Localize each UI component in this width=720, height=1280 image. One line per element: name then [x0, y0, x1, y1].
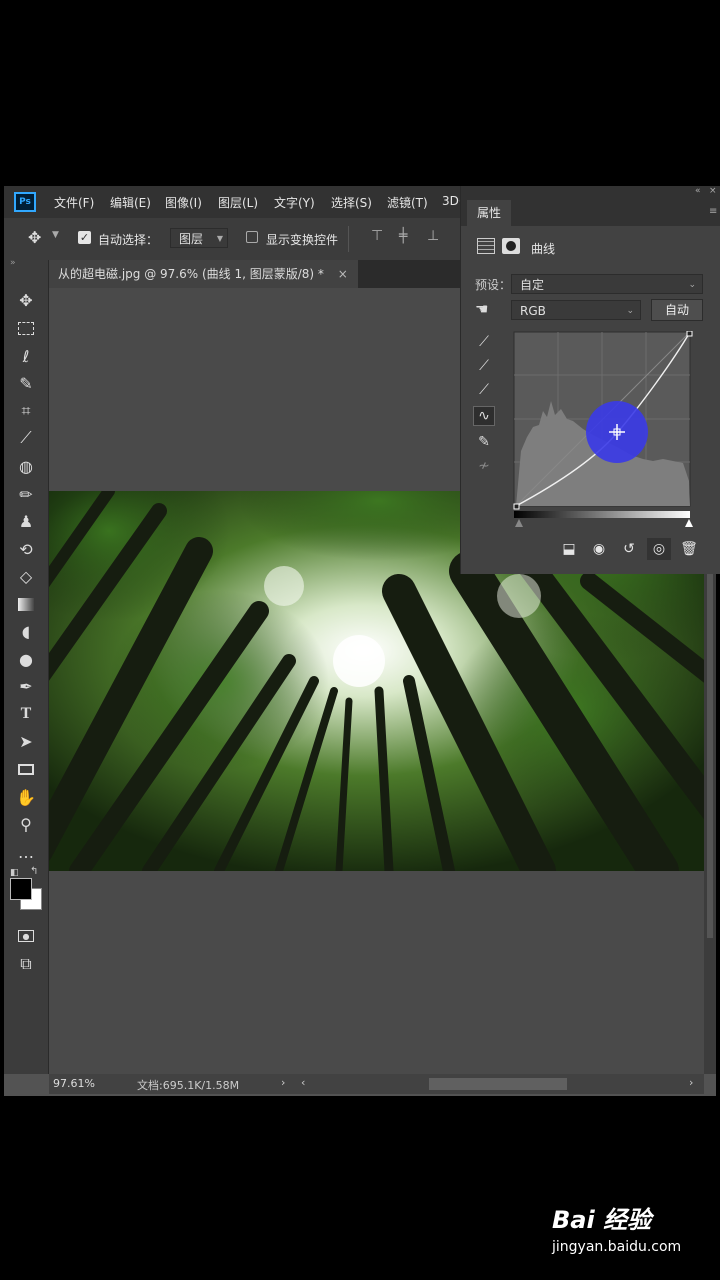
align-bottom-icon[interactable]: ⊥	[427, 228, 439, 244]
horizontal-scroll-thumb[interactable]	[429, 1078, 567, 1090]
targeted-adjustment-icon[interactable]: ☚	[475, 300, 488, 318]
quick-select-icon[interactable]: ✎	[14, 371, 38, 395]
clip-to-layer-icon[interactable]: ⬓	[557, 538, 581, 560]
eraser-icon[interactable]: ◇	[14, 564, 38, 588]
tools-panel: » ✥ ℓ ✎ ⌗ ⟋ ◍ ✏ ♟ ⟲ ◇ ◖ ● ✒ T ➤ ✋ ⚲ … ◧ …	[4, 258, 49, 1074]
auto-select-value: 图层	[179, 232, 204, 246]
dodge-icon[interactable]: ●	[14, 647, 38, 671]
move-tool-icon[interactable]: ✥	[14, 288, 38, 312]
panel-title: 曲线	[531, 242, 556, 256]
preset-value: 自定	[520, 278, 545, 292]
scroll-left-icon[interactable]: ‹	[301, 1076, 305, 1089]
close-icon[interactable]: ×	[338, 267, 348, 281]
show-transform-checkbox[interactable]	[246, 231, 258, 243]
trash-icon[interactable]: 🗑	[677, 538, 701, 560]
close-icon[interactable]: ×	[709, 186, 717, 196]
menu-type[interactable]: 文字(Y)	[274, 194, 315, 211]
visibility-eye-icon[interactable]: ◎	[647, 538, 671, 560]
menu-layer[interactable]: 图层(L)	[218, 194, 258, 211]
pencil-draw-icon[interactable]: ✎	[473, 432, 495, 452]
lasso-icon[interactable]: ℓ	[14, 344, 38, 368]
type-icon[interactable]: T	[14, 702, 38, 726]
marquee-icon[interactable]	[14, 316, 38, 340]
mask-icon[interactable]	[502, 238, 520, 254]
rectangle-icon[interactable]	[14, 757, 38, 781]
menu-select[interactable]: 选择(S)	[331, 194, 372, 211]
stamp-icon[interactable]: ♟	[14, 509, 38, 533]
status-menu-arrow-icon[interactable]: ›	[281, 1076, 285, 1089]
brush-icon[interactable]: ✏	[14, 482, 38, 506]
swap-colors-icon[interactable]: ↰	[30, 866, 38, 877]
panel-menu-icon[interactable]: ≡	[709, 206, 717, 217]
chevron-down-icon: ⌄	[688, 280, 696, 290]
auto-select-dropdown[interactable]: 图层 ▼	[170, 228, 228, 248]
healing-icon[interactable]: ◍	[14, 454, 38, 478]
scroll-right-icon[interactable]: ›	[689, 1076, 693, 1089]
collapse-icon[interactable]: »	[10, 258, 16, 268]
document-tab-bar: 从的超电磁.jpg @ 97.6% (曲线 1, 图层蒙版/8) * ×	[48, 260, 468, 288]
auto-button[interactable]: 自动	[651, 299, 703, 321]
smooth-curve-icon[interactable]: ≁	[473, 456, 495, 476]
menu-filter[interactable]: 滤镜(T)	[387, 194, 428, 211]
blur-icon[interactable]: ◖	[14, 619, 38, 643]
watermark-brand: Bai 经验	[552, 1206, 652, 1234]
show-transform-label: 显示变换控件	[266, 233, 339, 247]
channel-value: RGB	[520, 304, 546, 318]
pen-icon[interactable]: ✒	[14, 674, 38, 698]
path-select-icon[interactable]: ➤	[14, 729, 38, 753]
zoom-icon[interactable]: ⚲	[14, 812, 38, 836]
watermark-url: jingyan.baidu.com	[552, 1239, 682, 1255]
gradient-icon[interactable]	[14, 592, 38, 616]
scroll-thumb[interactable]	[707, 518, 713, 938]
foreground-color-swatch[interactable]	[10, 878, 32, 900]
curves-adjustment-icon[interactable]	[477, 238, 495, 254]
chevron-down-icon: ⌄	[626, 306, 634, 316]
menu-edit[interactable]: 编辑(E)	[110, 194, 151, 211]
align-top-icon[interactable]: ⊤	[371, 228, 383, 244]
status-bar: 97.61% 文档:695.1K/1.58M › ‹ ›	[49, 1074, 704, 1094]
screen-mode-icon[interactable]: ⧉	[14, 952, 38, 976]
white-point-eyedropper-icon[interactable]: ⟋	[473, 380, 495, 400]
curves-graph[interactable]	[513, 331, 695, 527]
chevron-down-icon[interactable]: ▼	[52, 230, 59, 240]
reset-icon[interactable]: ↺	[617, 538, 641, 560]
preset-dropdown[interactable]: 自定 ⌄	[511, 274, 703, 294]
auto-select-checkbox[interactable]: ✓	[78, 231, 91, 244]
preset-label: 预设：	[475, 278, 512, 292]
align-middle-icon[interactable]: ╪	[399, 228, 407, 244]
auto-select-label: 自动选择：	[98, 233, 159, 247]
divider	[348, 226, 349, 252]
document-tab[interactable]: 从的超电磁.jpg @ 97.6% (曲线 1, 图层蒙版/8) * ×	[48, 260, 358, 288]
menu-file[interactable]: 文件(F)	[54, 194, 94, 211]
properties-panel: « × 属性 ≡ 曲线 预设： 自定 ⌄ ☚ RGB ⌄ 自动 ⟋ ⟋ ⟋ ∿ …	[460, 186, 720, 574]
edit-points-curve-icon[interactable]: ∿	[473, 406, 495, 426]
history-brush-icon[interactable]: ⟲	[14, 537, 38, 561]
baidu-jingyan-watermark: Bai 经验 jingyan.baidu.com	[552, 1200, 712, 1270]
menu-image[interactable]: 图像(I)	[165, 194, 202, 211]
quick-mask-icon[interactable]: ●	[14, 924, 38, 948]
panel-header: « × 属性 ≡	[461, 186, 720, 226]
zoom-level[interactable]: 97.61%	[53, 1077, 95, 1090]
more-icon[interactable]: …	[14, 840, 38, 864]
document-size: 文档:695.1K/1.58M	[137, 1079, 240, 1092]
gray-point-eyedropper-icon[interactable]: ⟋	[473, 356, 495, 376]
eyedropper-icon[interactable]: ⟋	[14, 426, 38, 450]
default-colors-icon[interactable]: ◧	[10, 868, 19, 878]
view-previous-state-icon[interactable]: ◉	[587, 538, 611, 560]
document-tab-title: 从的超电磁.jpg @ 97.6% (曲线 1, 图层蒙版/8) *	[58, 267, 324, 281]
chevron-down-icon: ▼	[216, 234, 223, 243]
ps-logo: Ps	[14, 192, 36, 212]
tab-properties[interactable]: 属性	[467, 200, 512, 226]
collapse-panel-icon[interactable]: «	[695, 186, 701, 196]
move-icon[interactable]: ✥	[28, 228, 41, 247]
crop-icon[interactable]: ⌗	[14, 399, 38, 423]
black-point-eyedropper-icon[interactable]: ⟋	[473, 332, 495, 352]
channel-dropdown[interactable]: RGB ⌄	[511, 300, 641, 320]
hand-icon[interactable]: ✋	[14, 785, 38, 809]
